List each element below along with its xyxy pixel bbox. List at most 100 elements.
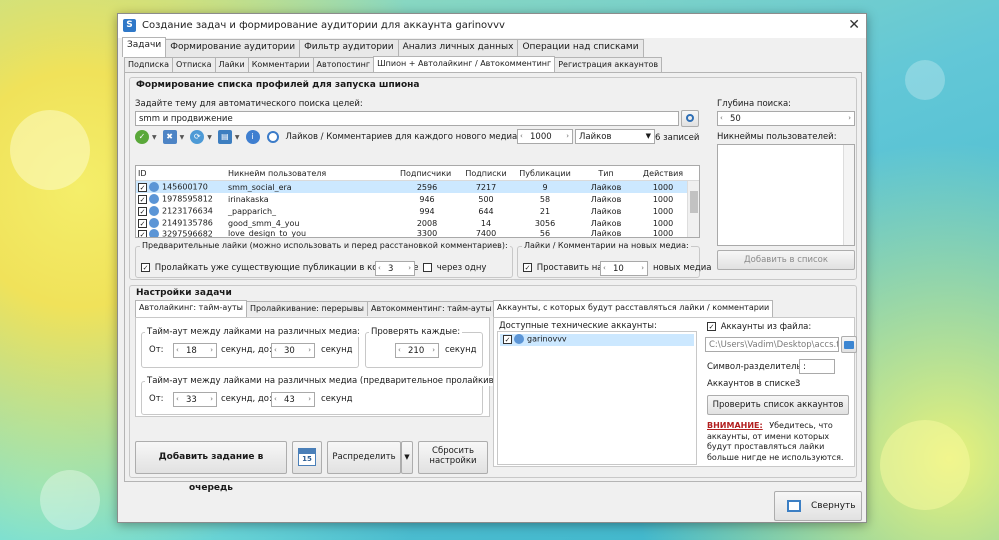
row-id-cell[interactable]: ✓ 2123176634 — [136, 206, 226, 216]
chevron-right-icon[interactable]: › — [210, 395, 213, 403]
chevron-right-icon[interactable]: › — [210, 346, 213, 354]
per-media-spinner[interactable]: ‹ 1000 › — [517, 129, 573, 144]
chevron-down-icon[interactable]: ▼ — [235, 134, 240, 141]
through-one-row[interactable]: через одну — [423, 263, 486, 273]
row-id-cell[interactable]: ✓ 1978595812 — [136, 194, 226, 204]
tab-accounts[interactable]: Аккаунты, с которых будут расставляться … — [493, 300, 774, 317]
tab-audience[interactable]: Формирование аудитории — [165, 39, 301, 57]
list-item[interactable]: ✓ garinovvv — [500, 334, 694, 346]
to2-spinner[interactable]: ‹ 43 › — [271, 392, 315, 407]
row-checkbox[interactable]: ✓ — [138, 218, 147, 228]
browse-folder-button[interactable] — [841, 336, 857, 353]
prelike-spinner[interactable]: ‹ 3 › — [375, 261, 415, 276]
col-actions[interactable]: Действия — [638, 169, 688, 178]
distribute-dropdown[interactable]: ▼ — [401, 441, 413, 474]
table-row[interactable]: ✓ 2149135786 good_smm_4_you 2008 14 3056 … — [136, 217, 699, 229]
tab-personal-data[interactable]: Анализ личных данных — [397, 39, 519, 57]
table-row[interactable]: ✓ 1978595812 irinakaska 946 500 58 Лайков… — [136, 193, 699, 205]
table-row[interactable]: ✓ 145600170 smm_social_era 2596 7217 9 Ла… — [136, 181, 699, 193]
table-scrollbar[interactable] — [687, 181, 699, 237]
chevron-left-icon[interactable]: ‹ — [176, 346, 179, 354]
tab-unfollow[interactable]: Отписка — [172, 57, 216, 72]
chevron-left-icon[interactable]: ‹ — [720, 114, 723, 122]
newmedia-spinner[interactable]: ‹ 10 › — [600, 261, 648, 276]
add-to-list-button[interactable]: Добавить в список — [717, 250, 855, 270]
tab-spy[interactable]: Шпион + Автолайкинг / Автокомментинг — [373, 56, 556, 73]
to-spinner[interactable]: ‹ 30 › — [271, 343, 315, 358]
profiles-table[interactable]: ID Никнейм пользователя Подписчики Подпи… — [135, 165, 700, 238]
newmedia-checkbox[interactable]: ✓ — [523, 263, 532, 272]
chevron-down-icon[interactable]: ▼ — [207, 134, 212, 141]
col-followers[interactable]: Подписчики — [398, 169, 456, 178]
scroll-thumb[interactable] — [690, 191, 698, 213]
chevron-right-icon[interactable]: › — [432, 346, 435, 354]
row-id-cell[interactable]: ✓ 2149135786 — [136, 218, 226, 228]
refresh-icon[interactable]: ⟳ — [190, 130, 205, 144]
table-row[interactable]: ✓ 2123176634 _papparich_ 994 644 21 Лайко… — [136, 205, 699, 217]
col-posts[interactable]: Публикации — [516, 169, 574, 178]
depth-spinner[interactable]: ‹ 50 › — [717, 111, 855, 126]
reset-button[interactable]: Сбросить настройки — [418, 441, 488, 474]
check-accounts-button[interactable]: Проверить список аккаунтов — [707, 395, 849, 415]
magnifier-icon[interactable] — [266, 131, 279, 143]
chevron-down-icon[interactable]: ▼ — [152, 134, 157, 141]
from-file-row[interactable]: ✓ Аккаунты из файла: — [707, 322, 811, 332]
chevron-right-icon[interactable]: › — [566, 132, 569, 140]
search-button[interactable] — [681, 110, 699, 127]
row-id-cell[interactable]: ✓ 145600170 — [136, 182, 226, 192]
chevron-right-icon[interactable]: › — [308, 346, 311, 354]
add-task-button[interactable]: Добавить задание в очередь — [135, 441, 287, 493]
tab-follow[interactable]: Подписка — [124, 57, 174, 72]
tab-autolike-timeouts[interactable]: Автолайкинг: тайм-ауты — [135, 300, 247, 317]
col-type[interactable]: Тип — [574, 169, 638, 178]
topic-input[interactable]: smm и продвижение — [135, 111, 679, 126]
row-checkbox[interactable]: ✓ — [138, 206, 147, 216]
col-id[interactable]: ID — [136, 169, 226, 178]
chevron-right-icon[interactable]: › — [641, 264, 644, 272]
chevron-down-icon[interactable]: ▼ — [646, 132, 651, 140]
check-icon[interactable]: ✓ — [135, 130, 149, 144]
chevron-left-icon[interactable]: ‹ — [274, 395, 277, 403]
tab-prelike-breaks[interactable]: Пролайкивание: перерывы — [245, 301, 368, 316]
file-path-input[interactable]: C:\Users\Vadim\Desktop\accs.t — [705, 337, 839, 352]
col-nick[interactable]: Никнейм пользователя — [226, 169, 398, 178]
tab-filter[interactable]: Фильтр аудитории — [299, 39, 399, 57]
tab-likes[interactable]: Лайки — [214, 57, 249, 72]
tab-list-ops[interactable]: Операции над списками — [517, 39, 644, 57]
export-icon[interactable]: ▤ — [217, 130, 232, 144]
table-row[interactable]: ✓ 3297596682 love_design_to_you 3300 7400… — [136, 229, 699, 237]
chevron-left-icon[interactable]: ‹ — [603, 264, 606, 272]
schedule-button[interactable]: 15 — [292, 441, 322, 474]
chevron-left-icon[interactable]: ‹ — [176, 395, 179, 403]
accounts-list[interactable]: ✓ garinovvv — [497, 331, 697, 465]
chevron-right-icon[interactable]: › — [308, 395, 311, 403]
check-spinner[interactable]: ‹ 210 › — [395, 343, 439, 358]
chevron-left-icon[interactable]: ‹ — [520, 132, 523, 140]
chevron-down-icon[interactable]: ▼ — [180, 134, 185, 141]
nicknames-textarea[interactable] — [717, 144, 855, 246]
tab-autocomment-timeouts[interactable]: Автокомментинг: тайм-ауты — [367, 301, 496, 316]
info-icon[interactable]: i — [245, 130, 260, 144]
row-checkbox[interactable]: ✓ — [138, 182, 147, 192]
account-checkbox[interactable]: ✓ — [503, 334, 512, 344]
collapse-button[interactable]: Свернуть — [774, 491, 862, 521]
nicknames-scrollbar[interactable] — [843, 145, 854, 245]
chevron-right-icon[interactable]: › — [848, 114, 851, 122]
tab-autoposting[interactable]: Автопостинг — [312, 57, 375, 72]
delete-icon[interactable]: ✖ — [162, 130, 177, 144]
distribute-button[interactable]: Распределить — [327, 441, 401, 474]
from-spinner[interactable]: ‹ 18 › — [173, 343, 217, 358]
col-following[interactable]: Подписки — [456, 169, 516, 178]
chevron-left-icon[interactable]: ‹ — [274, 346, 277, 354]
tab-comments[interactable]: Комментарии — [247, 57, 314, 72]
close-icon[interactable]: ✕ — [848, 17, 860, 33]
tab-registration[interactable]: Регистрация аккаунтов — [554, 57, 663, 72]
prelike-checkbox[interactable]: ✓ — [141, 263, 150, 272]
chevron-right-icon[interactable]: › — [408, 264, 411, 272]
through-one-checkbox[interactable] — [423, 263, 432, 272]
row-id-cell[interactable]: ✓ 3297596682 — [136, 229, 226, 237]
row-checkbox[interactable]: ✓ — [138, 194, 147, 204]
row-checkbox[interactable]: ✓ — [138, 229, 147, 237]
type-select[interactable]: Лайков ▼ — [575, 129, 655, 144]
from-file-checkbox[interactable]: ✓ — [707, 322, 716, 331]
